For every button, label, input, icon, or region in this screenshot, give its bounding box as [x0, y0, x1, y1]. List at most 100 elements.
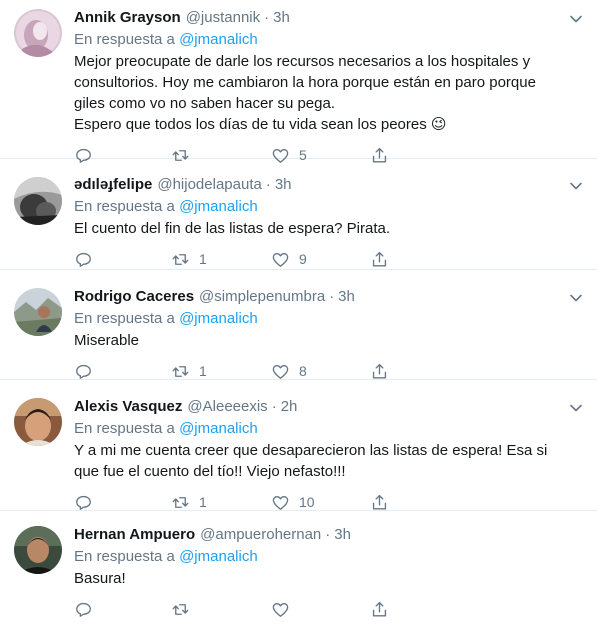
author-handle[interactable]: @ampuerohernan: [200, 524, 321, 546]
retweet-count: 1: [199, 494, 207, 510]
mention-link[interactable]: @jmanalich: [179, 310, 258, 327]
action-bar: 1 10: [74, 492, 583, 512]
avatar[interactable]: [14, 526, 62, 574]
tweet-text: Y a mi me cuenta creer que desapareciero…: [74, 440, 583, 482]
action-bar: [74, 599, 583, 619]
timestamp[interactable]: 3h: [275, 174, 292, 196]
reply-button[interactable]: [74, 249, 102, 269]
retweet-button[interactable]: 1: [171, 361, 207, 381]
like-button[interactable]: [271, 599, 299, 619]
author-handle[interactable]: @justannik: [186, 7, 260, 29]
reply-button[interactable]: [74, 599, 102, 619]
chevron-down-icon[interactable]: [569, 401, 583, 415]
retweet-icon: [172, 603, 189, 615]
tweet-text: Mejor preocupate de darle los recursos n…: [74, 51, 583, 135]
share-icon: [372, 494, 387, 510]
like-count: 10: [299, 494, 315, 510]
share-button[interactable]: [370, 492, 389, 512]
reply-prefix: En respuesta a: [74, 420, 175, 437]
chevron-down-icon[interactable]: [569, 12, 583, 26]
tweet[interactable]: Hernan Ampuero @ampuerohernan · 3h En re…: [0, 511, 597, 630]
separator-dot: ·: [264, 9, 270, 26]
reply-icon: [76, 495, 91, 510]
tweet-text-line: Basura!: [74, 570, 126, 587]
chevron-down-icon[interactable]: [569, 179, 583, 193]
tweet[interactable]: Annik Grayson @justannik · 3h En respues…: [0, 0, 597, 163]
like-button[interactable]: 8: [271, 361, 307, 381]
avatar[interactable]: [14, 9, 62, 57]
tweet-header: Alexis Vasquez @Aleeeexis · 2h: [74, 396, 583, 418]
tweet-header: Annik Grayson @justannik · 3h: [74, 7, 583, 29]
separator-dot: ·: [265, 176, 271, 193]
reply-prefix: En respuesta a: [74, 198, 175, 215]
author-handle[interactable]: @simplepenumbra: [199, 286, 325, 308]
timestamp[interactable]: 2h: [281, 396, 298, 418]
tweet-text-line: Miserable: [74, 332, 140, 349]
timestamp[interactable]: 3h: [334, 524, 351, 546]
tweet-text-line: Mejor preocupate de darle los recursos n…: [74, 53, 531, 70]
tweet[interactable]: Rodrigo Caceres @simplepenumbra · 3h En …: [0, 270, 597, 380]
reply-context: En respuesta a @jmanalich: [74, 418, 583, 440]
author-name[interactable]: Annik Grayson: [74, 7, 181, 29]
retweet-button[interactable]: [171, 599, 199, 619]
share-button[interactable]: [370, 599, 389, 619]
heart-icon: [272, 364, 289, 379]
like-button[interactable]: 9: [271, 249, 307, 269]
like-button[interactable]: 10: [271, 492, 315, 512]
tweet-text-line: que fue el cuento del tío!! Viejo nefast…: [74, 463, 346, 480]
action-bar: 1 9: [74, 249, 583, 269]
tweet-text: Basura!: [74, 568, 583, 589]
avatar[interactable]: [14, 177, 62, 225]
tweet-text-line: consultorios. Hoy me cambiaron la hora p…: [74, 74, 536, 91]
share-button[interactable]: [370, 361, 389, 381]
share-icon: [372, 363, 387, 379]
retweet-icon: [172, 496, 189, 508]
tweet-text-line: El cuento del fin de las listas de esper…: [74, 220, 391, 237]
author-name[interactable]: Alexis Vasquez: [74, 396, 182, 418]
chevron-down-icon[interactable]: [569, 291, 583, 305]
reply-prefix: En respuesta a: [74, 31, 175, 48]
tweet-header: Rodrigo Caceres @simplepenumbra · 3h: [74, 286, 583, 308]
mention-link[interactable]: @jmanalich: [179, 420, 258, 437]
reply-icon: [76, 252, 91, 267]
reply-button[interactable]: [74, 361, 102, 381]
separator-dot: ·: [329, 288, 335, 305]
share-icon: [372, 251, 387, 267]
avatar[interactable]: [14, 398, 62, 446]
avatar[interactable]: [14, 288, 62, 336]
mention-link[interactable]: @jmanalich: [179, 548, 258, 565]
tweet-header: ədıləɟfelipe @hijodelapauta · 3h: [74, 174, 583, 196]
author-name[interactable]: ədıləɟfelipe: [74, 174, 152, 196]
tweet-text: Miserable: [74, 330, 583, 351]
heart-icon: [272, 252, 289, 267]
retweet-count: 1: [199, 251, 207, 267]
reply-prefix: En respuesta a: [74, 548, 175, 565]
retweet-button[interactable]: 1: [171, 249, 207, 269]
author-name[interactable]: Rodrigo Caceres: [74, 286, 194, 308]
retweet-count: 1: [199, 363, 207, 379]
share-icon: [372, 601, 387, 617]
reply-icon: [76, 602, 91, 617]
mention-link[interactable]: @jmanalich: [179, 31, 258, 48]
reply-context: En respuesta a @jmanalich: [74, 308, 583, 330]
tweet-text-line: Y a mi me cuenta creer que desapareciero…: [74, 442, 548, 459]
author-handle[interactable]: @hijodelapauta: [157, 174, 261, 196]
timestamp[interactable]: 3h: [338, 286, 355, 308]
tweet[interactable]: ədıləɟfelipe @hijodelapauta · 3h En resp…: [0, 159, 597, 270]
heart-icon: [272, 495, 289, 510]
reply-icon: [76, 364, 91, 379]
tweet[interactable]: Alexis Vasquez @Aleeeexis · 2h En respue…: [0, 380, 597, 511]
mention-link[interactable]: @jmanalich: [179, 198, 258, 215]
author-name[interactable]: Hernan Ampuero: [74, 524, 195, 546]
reply-context: En respuesta a @jmanalich: [74, 29, 583, 51]
like-count: 9: [299, 251, 307, 267]
timestamp[interactable]: 3h: [273, 7, 290, 29]
author-handle[interactable]: @Aleeeexis: [187, 396, 267, 418]
tweet-text-line: giles como vo no saben hacer su pega.: [74, 95, 335, 112]
reply-prefix: En respuesta a: [74, 310, 175, 327]
tweet-text: El cuento del fin de las listas de esper…: [74, 218, 583, 239]
retweet-button[interactable]: 1: [171, 492, 207, 512]
reply-button[interactable]: [74, 492, 102, 512]
separator-dot: ·: [271, 398, 277, 415]
share-button[interactable]: [370, 249, 389, 269]
